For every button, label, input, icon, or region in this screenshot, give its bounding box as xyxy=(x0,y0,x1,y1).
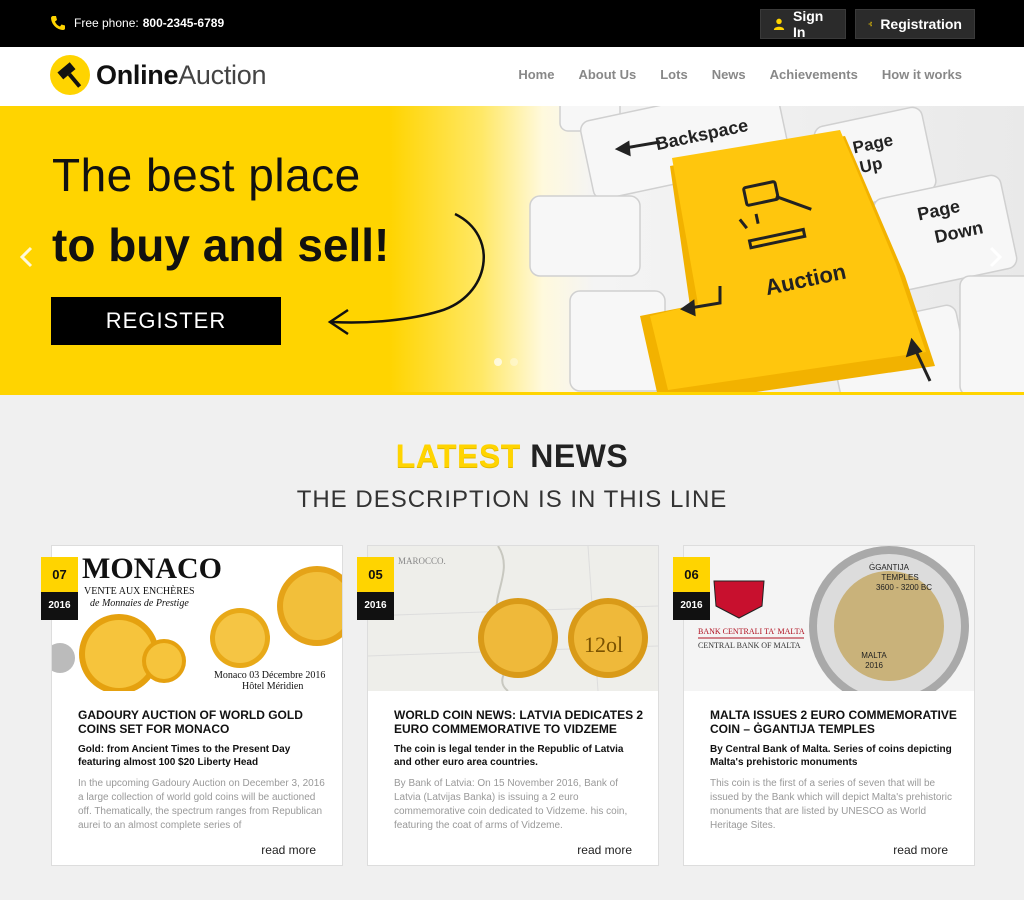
news-card: 06 2016 BANK CENTRALI TA' MALTA CENTRAL … xyxy=(673,545,975,866)
img-monaco-place: Hôtel Méridien xyxy=(242,681,303,691)
img-monaco-title: MONACO xyxy=(82,552,222,585)
img-coin-text-5: 2016 xyxy=(865,661,883,670)
logo-light: Auction xyxy=(178,59,267,90)
slider-dot-2[interactable] xyxy=(510,358,518,366)
phone-number[interactable]: 800-2345-6789 xyxy=(143,16,224,30)
card-date-year: 2016 xyxy=(357,592,394,620)
img-coin-text-4: MALTA xyxy=(861,651,887,660)
card-date-day: 06 xyxy=(673,557,710,592)
card-title[interactable]: GADOURY AUCTION OF WORLD GOLD COINS SET … xyxy=(78,708,328,736)
user-icon xyxy=(773,18,785,30)
img-coin-text-1: ĠGANTIJA xyxy=(869,563,910,572)
card-title[interactable]: MALTA ISSUES 2 EURO COMMEMORATIVE COIN –… xyxy=(710,708,960,736)
logo[interactable]: OnlineAuction xyxy=(50,55,266,95)
gavel-logo-icon xyxy=(50,55,90,95)
registration-button[interactable]: Registration xyxy=(855,9,975,39)
latvia-coins-image[interactable]: MAROCCO. 12ol xyxy=(368,546,658,691)
monaco-auction-image[interactable]: MONACO VENTE AUX ENCHÈRES de Monnaies de… xyxy=(52,546,342,691)
login-icon xyxy=(868,21,873,27)
sign-in-label: Sign In xyxy=(793,8,824,40)
nav-news[interactable]: News xyxy=(712,67,746,82)
card-title[interactable]: WORLD COIN NEWS: LATVIA DEDICATES 2 EURO… xyxy=(394,708,644,736)
read-more-link[interactable]: read more xyxy=(261,843,316,857)
sign-in-button[interactable]: Sign In xyxy=(760,8,846,40)
card-excerpt: In the upcoming Gadoury Auction on Decem… xyxy=(78,778,325,831)
slider-next-arrow-icon[interactable] xyxy=(986,246,1004,268)
slider-dots xyxy=(494,358,526,366)
section-subtitle: THE DESCRIPTION IS IN THIS LINE xyxy=(296,486,728,513)
card-date-day: 05 xyxy=(357,557,394,592)
hero-headline-line-2: to buy and sell! xyxy=(52,219,390,271)
logo-text: OnlineAuction xyxy=(96,60,266,91)
card-subtitle: By Central Bank of Malta. Series of coin… xyxy=(710,744,952,768)
img-monaco-sub: VENTE AUX ENCHÈRES xyxy=(84,585,195,597)
card-date-year: 2016 xyxy=(673,592,710,620)
slider-prev-arrow-icon[interactable] xyxy=(18,246,36,268)
img-coin-text-3: 3600 - 3200 BC xyxy=(876,583,932,592)
news-card: 07 2016 MONACO VENTE AUX ENCHÈRES de Mon… xyxy=(41,545,343,866)
card-subtitle: The coin is legal tender in the Republic… xyxy=(394,744,624,768)
nav-lots[interactable]: Lots xyxy=(660,67,687,82)
nav-how-it-works[interactable]: How it works xyxy=(882,67,962,82)
heading-rest: NEWS xyxy=(530,438,629,474)
hero-slider: Backspace Page Up Page Down Auction The … xyxy=(0,106,1024,395)
nav-home[interactable]: Home xyxy=(518,67,554,82)
logo-bold: Online xyxy=(96,59,179,90)
img-bank-maltese: BANK CENTRALI TA' MALTA xyxy=(698,627,805,636)
card-excerpt: By Bank of Latvia: On 15 November 2016, … xyxy=(394,778,628,831)
img-coin-value: 12ol xyxy=(584,632,623,657)
main-nav: Home About Us Lots News Achievements How… xyxy=(494,67,962,82)
img-monaco-date: Monaco 03 Décembre 2016 xyxy=(214,670,325,681)
top-bar: Free phone: 800-2345-6789 Sign In Regist… xyxy=(0,0,1024,47)
register-cta-button[interactable]: REGISTER xyxy=(51,297,281,345)
hero-headline-line-1: The best place xyxy=(52,149,361,201)
img-map-label: MAROCCO. xyxy=(398,556,446,566)
latest-news-heading: LATEST NEWS xyxy=(0,438,1024,475)
phone-icon xyxy=(51,16,65,30)
card-date-year: 2016 xyxy=(41,592,78,620)
malta-coin-image[interactable]: BANK CENTRALI TA' MALTA CENTRAL BANK OF … xyxy=(684,546,974,691)
slider-dot-1[interactable] xyxy=(494,358,502,366)
free-phone: Free phone: 800-2345-6789 xyxy=(50,15,224,31)
card-excerpt: This coin is the first of a series of se… xyxy=(710,778,953,831)
read-more-link[interactable]: read more xyxy=(893,843,948,857)
card-date-day: 07 xyxy=(41,557,78,592)
nav-achievements[interactable]: Achievements xyxy=(770,67,858,82)
phone-label: Free phone: xyxy=(74,16,139,30)
registration-label: Registration xyxy=(880,16,962,32)
img-coin-text-2: TEMPLES xyxy=(881,573,918,582)
site-header: OnlineAuction Home About Us Lots News Ac… xyxy=(0,47,1024,106)
read-more-link[interactable]: read more xyxy=(577,843,632,857)
heading-highlight: LATEST xyxy=(395,438,521,474)
card-subtitle: Gold: from Ancient Times to the Present … xyxy=(78,744,291,768)
news-card: 05 2016 MAROCCO. 12ol WORLD COIN NEWS: L… xyxy=(357,545,659,866)
img-bank-english: CENTRAL BANK OF MALTA xyxy=(698,641,801,650)
img-monaco-sub2: de Monnaies de Prestige xyxy=(90,598,189,609)
nav-about-us[interactable]: About Us xyxy=(578,67,636,82)
